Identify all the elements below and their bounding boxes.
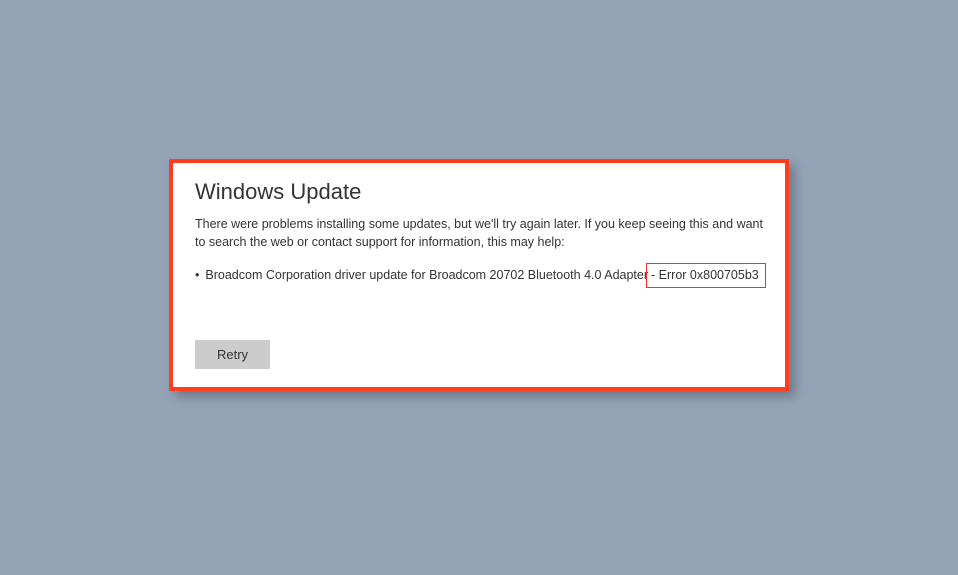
- dialog-panel: Windows Update There were problems insta…: [169, 159, 789, 391]
- update-item: • Broadcom Corporation driver update for…: [195, 263, 763, 288]
- bullet-icon: •: [195, 266, 199, 285]
- error-code: - Error 0x800705b3: [651, 268, 759, 282]
- retry-button[interactable]: Retry: [195, 340, 270, 369]
- update-list: • Broadcom Corporation driver update for…: [195, 263, 763, 288]
- update-name: Broadcom Corporation driver update for B…: [205, 266, 648, 285]
- error-code-highlight: - Error 0x800705b3: [646, 263, 766, 288]
- dialog-title: Windows Update: [195, 179, 763, 205]
- dialog-message: There were problems installing some upda…: [195, 215, 763, 251]
- windows-update-dialog: Windows Update There were problems insta…: [169, 159, 789, 391]
